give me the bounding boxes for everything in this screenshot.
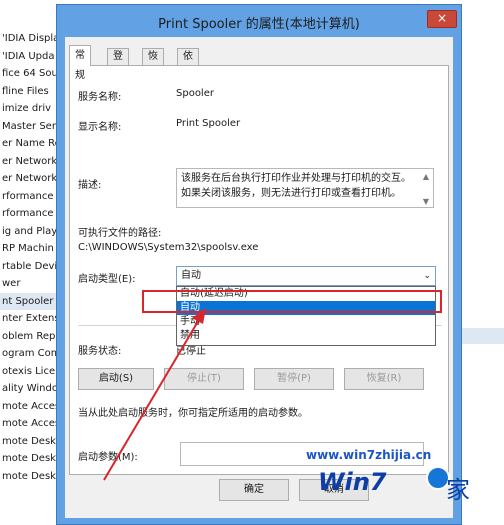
watermark-logo: Win7 bbox=[318, 468, 387, 496]
watermark-url: www.win7zhijia.cn bbox=[306, 448, 432, 462]
watermark-suffix: 家 bbox=[446, 476, 470, 504]
annotation-arrow bbox=[103, 308, 206, 481]
